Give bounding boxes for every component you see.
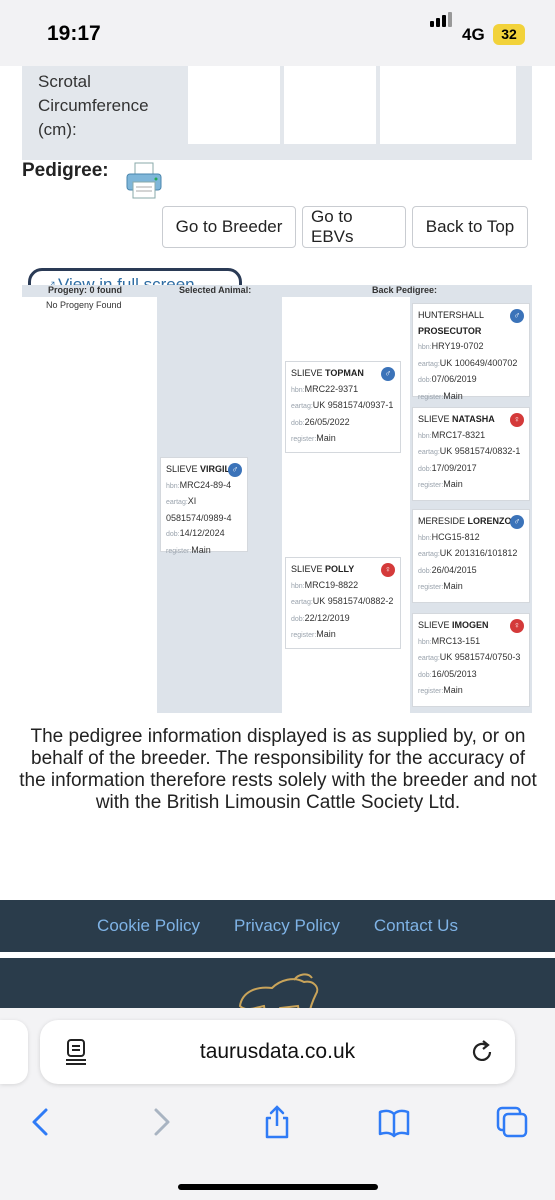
status-bar: 19:17 4G 32	[0, 0, 555, 66]
go-to-breeder-button[interactable]: Go to Breeder	[162, 206, 296, 248]
scrotal-table: Scrotal Circumference (cm):	[22, 66, 532, 160]
footer-links: Cookie Policy Privacy Policy Contact Us	[0, 900, 555, 952]
male-icon: ♂	[510, 309, 524, 323]
back-icon[interactable]	[24, 1104, 60, 1140]
female-icon: ♀	[381, 563, 395, 577]
printer-icon[interactable]	[124, 160, 166, 202]
animal-name: SLIEVE NATASHA	[418, 414, 495, 424]
pedigree-board: Progeny: 0 found Selected Animal: Back P…	[22, 285, 532, 713]
privacy-policy-link[interactable]: Privacy Policy	[234, 916, 340, 936]
tabs-icon[interactable]	[494, 1104, 530, 1140]
scrotal-cell	[284, 66, 376, 144]
animal-card-sires-sire[interactable]: HUNTERSHALL PROSECUTOR hbn:HRY19-0702 ea…	[412, 303, 530, 401]
contact-us-link[interactable]: Contact Us	[374, 916, 458, 936]
animal-card-sires-dam[interactable]: SLIEVE NATASHA hbn:MRC17-8321 eartag:UK …	[412, 407, 530, 501]
nav-buttons: Go to Breeder Go to EBVs Back to Top	[162, 206, 528, 248]
home-indicator	[178, 1184, 378, 1190]
female-icon: ♀	[510, 619, 524, 633]
male-icon: ♂	[381, 367, 395, 381]
reload-icon[interactable]	[468, 1038, 496, 1066]
selected-animal-header: Selected Animal:	[179, 285, 252, 295]
address-bar[interactable]: taurusdata.co.uk	[40, 1020, 515, 1084]
disclaimer-text: The pedigree information displayed is as…	[19, 726, 537, 813]
animal-name: HUNTERSHALL PROSECUTOR	[418, 310, 484, 336]
male-icon: ♂	[510, 515, 524, 529]
animal-name: SLIEVE POLLY	[291, 564, 355, 574]
cookie-policy-link[interactable]: Cookie Policy	[97, 916, 200, 936]
status-time: 19:17	[47, 22, 101, 45]
animal-card-sire[interactable]: SLIEVE TOPMAN hbn:MRC22-9371 eartag:UK 9…	[285, 361, 401, 453]
scrotal-cell	[188, 66, 280, 144]
animal-card-dam[interactable]: SLIEVE POLLY hbn:MRC19-8822 eartag:UK 95…	[285, 557, 401, 649]
animal-name: SLIEVE TOPMAN	[291, 368, 364, 378]
previous-tab-edge[interactable]	[0, 1020, 28, 1084]
back-pedigree-header: Back Pedigree:	[372, 285, 438, 295]
scrotal-cell	[380, 66, 516, 144]
progeny-header: Progeny: 0 found	[48, 285, 122, 295]
share-icon[interactable]	[259, 1104, 295, 1140]
animal-card-dams-sire[interactable]: MERESIDE LORENZO hbn:HCG15-812 eartag:UK…	[412, 509, 530, 603]
animal-card-selected[interactable]: SLIEVE VIRGIL hbn:MRC24-89-4 eartag:XI 0…	[160, 457, 248, 555]
male-icon: ♂	[228, 463, 242, 477]
back-to-top-button[interactable]: Back to Top	[412, 206, 528, 248]
no-progeny-text: No Progeny Found	[46, 300, 122, 310]
url-text: taurusdata.co.uk	[199, 1040, 356, 1063]
bookmarks-icon[interactable]	[376, 1104, 412, 1140]
scrotal-label: Scrotal Circumference (cm):	[38, 72, 149, 139]
battery-icon: 32	[493, 24, 525, 45]
female-icon: ♀	[510, 413, 524, 427]
network-type: 4G	[462, 25, 485, 44]
pedigree-heading: Pedigree:	[22, 160, 109, 181]
animal-name: SLIEVE IMOGEN	[418, 620, 489, 630]
animal-name: MERESIDE LORENZO	[418, 516, 512, 526]
animal-card-dams-dam[interactable]: SLIEVE IMOGEN hbn:MRC13-151 eartag:UK 95…	[412, 613, 530, 707]
go-to-ebvs-button[interactable]: Go to EBVs	[302, 206, 406, 248]
forward-icon[interactable]	[142, 1104, 178, 1140]
